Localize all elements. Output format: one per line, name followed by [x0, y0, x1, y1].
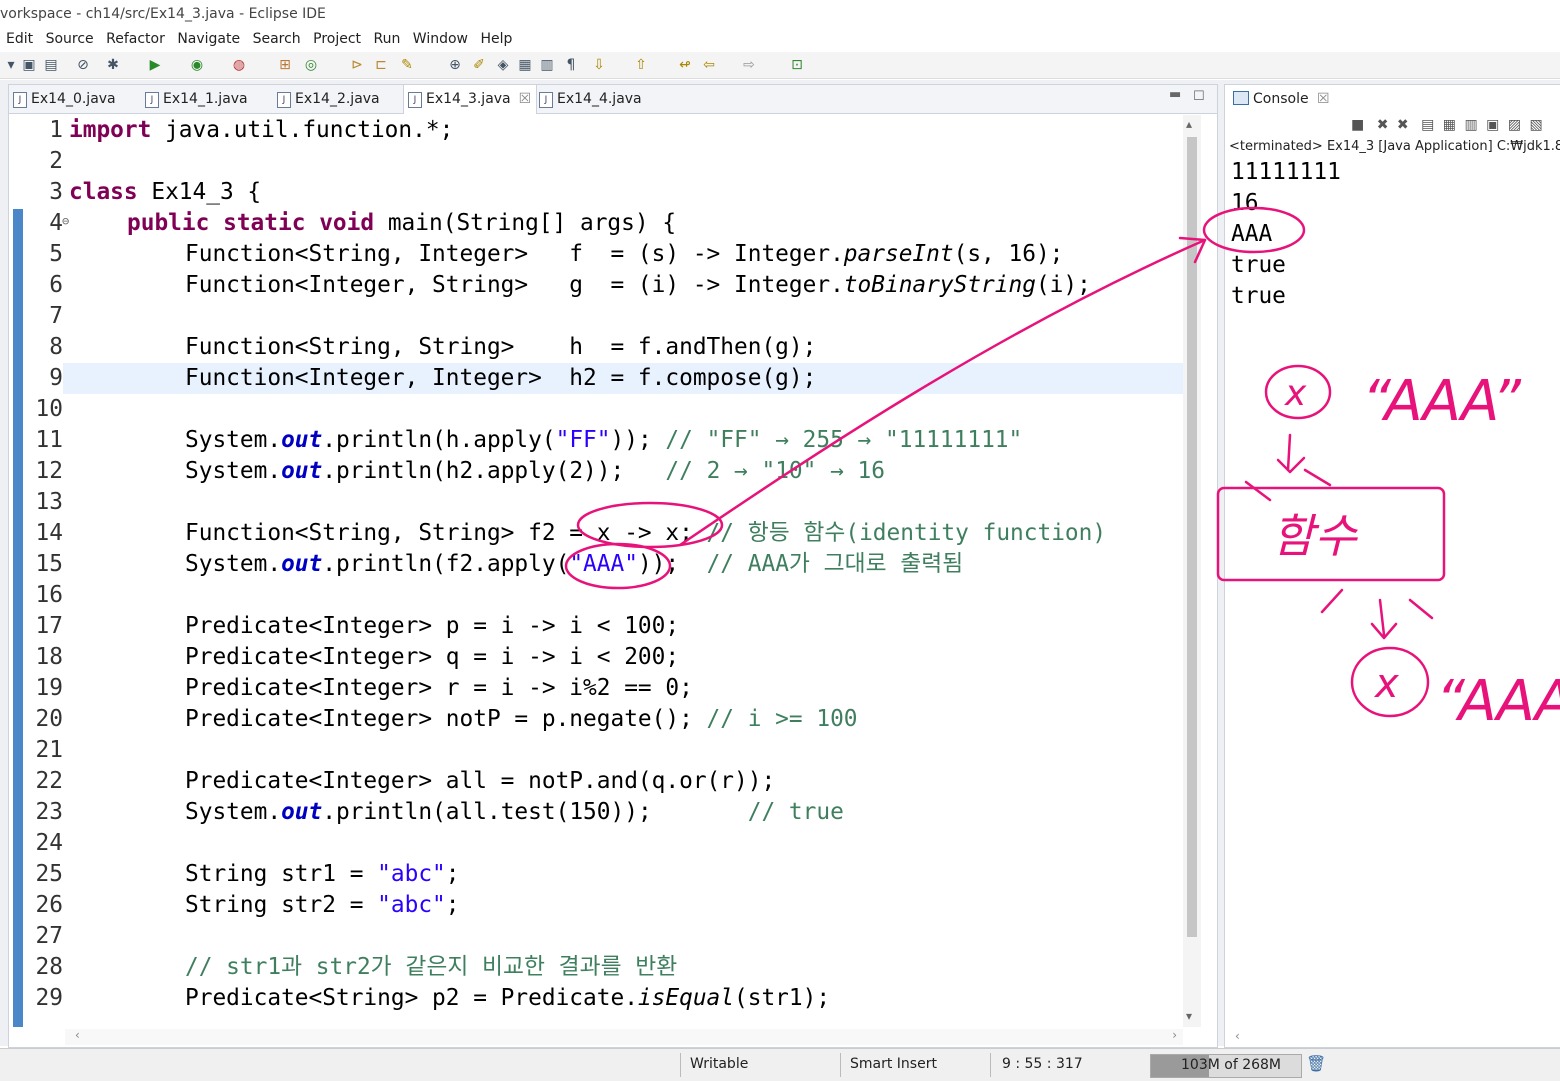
- status-separator: [680, 1053, 681, 1077]
- tick-annotation: [1244, 468, 1332, 502]
- garbage-collect-icon[interactable]: 🗑: [1306, 1054, 1326, 1073]
- arrow-down-annotation-1: [1276, 433, 1306, 474]
- circle-annotation-aaa-arg: [564, 542, 672, 590]
- status-bar: Writable Smart Insert 9 : 55 : 317 103M …: [0, 1048, 1560, 1081]
- aaa-annotation-bottom: “AAA”: [1436, 669, 1560, 734]
- status-separator: [840, 1053, 841, 1077]
- circle-annotation-console-aaa: [1202, 206, 1306, 254]
- cursor-position: 9 : 55 : 317: [1002, 1056, 1083, 1072]
- heap-status[interactable]: 103M of 268M: [1150, 1054, 1302, 1078]
- insert-mode-status: Smart Insert: [850, 1056, 937, 1072]
- arrow-down-annotation-2: [1370, 598, 1398, 640]
- pen-annotation-layer: x “AAA” 함수 x “AAA”: [564, 206, 1560, 734]
- writable-status: Writable: [690, 1056, 749, 1072]
- heap-label: 103M of 268M: [1181, 1057, 1281, 1073]
- circle-annotation-lambda: [576, 501, 724, 549]
- x-annotation-top: x: [1284, 373, 1307, 414]
- x-annotation-bottom: x: [1373, 661, 1399, 707]
- aaa-annotation-top: “AAA”: [1362, 369, 1522, 434]
- status-separator: [990, 1053, 991, 1077]
- tick-annotation-2: [1320, 588, 1434, 620]
- function-annotation: 함수: [1272, 509, 1358, 563]
- arrow-annotation-line: [678, 238, 1207, 547]
